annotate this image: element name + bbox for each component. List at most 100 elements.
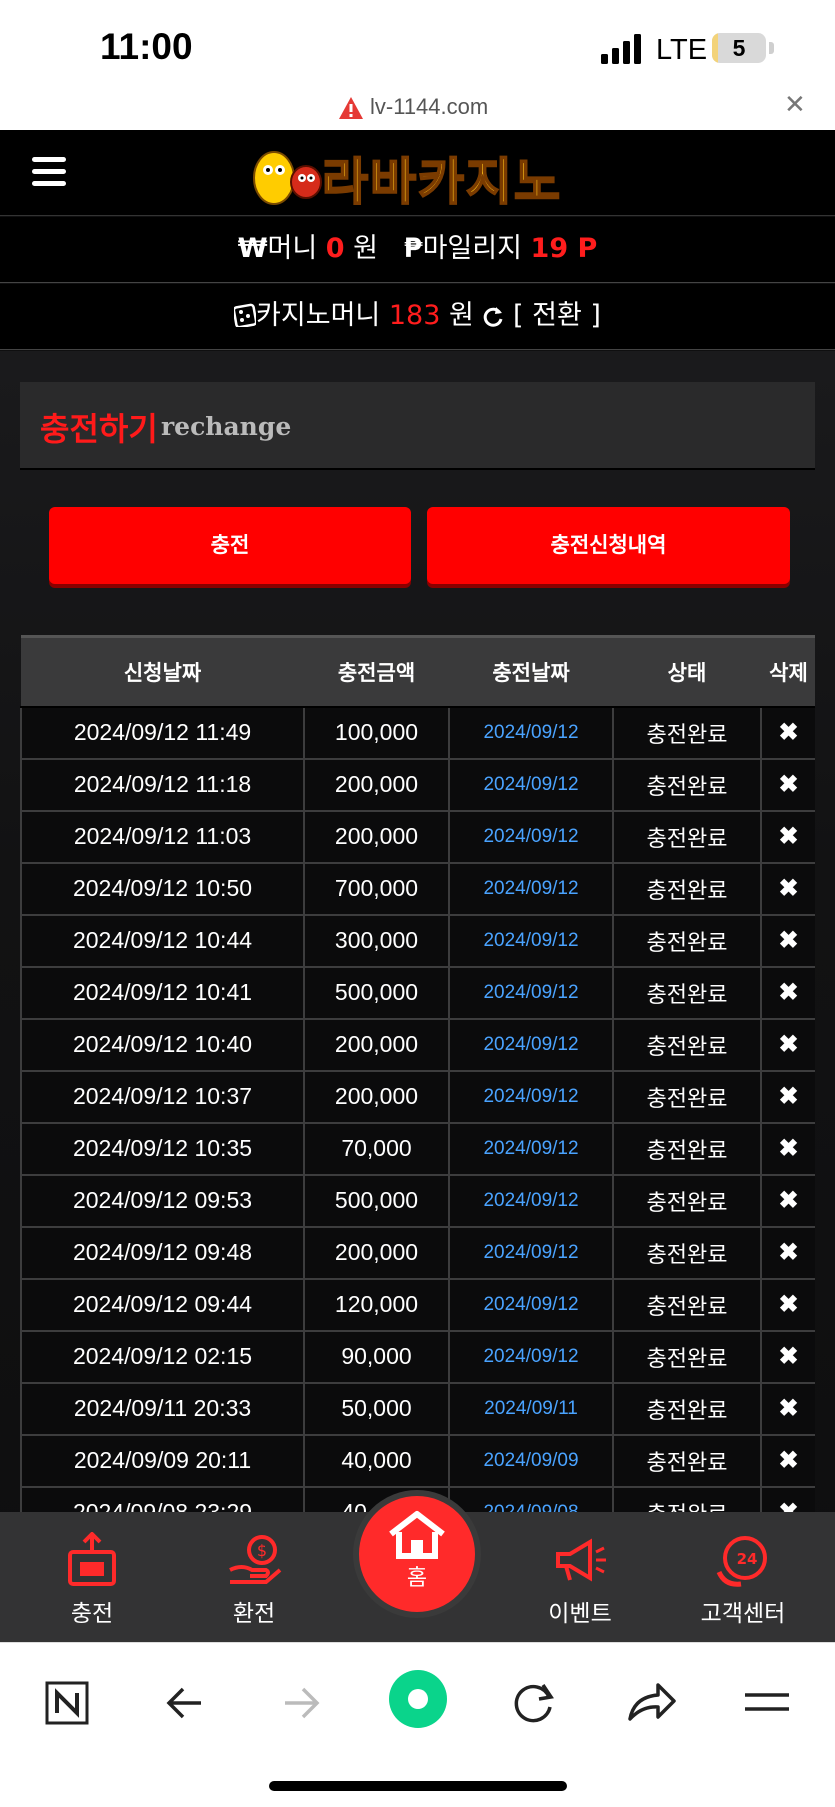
nav-event[interactable]: 이벤트	[515, 1532, 645, 1628]
hamburger-menu-icon[interactable]	[737, 1673, 797, 1733]
delete-icon[interactable]: ✖	[760, 1433, 815, 1488]
larva-mascot-icon	[253, 151, 322, 205]
home-icon	[389, 1511, 445, 1559]
charge-button[interactable]: 충전	[49, 507, 411, 584]
charge-date-cell: 2024/09/12	[448, 861, 614, 916]
amount-cell: 50,000	[303, 1381, 450, 1436]
status-cell: 충전완료	[612, 705, 762, 760]
request-date-cell: 2024/09/12 10:35	[20, 1121, 305, 1176]
warning-triangle-icon	[339, 97, 363, 119]
delete-icon[interactable]: ✖	[760, 1225, 815, 1280]
status-cell: 충전완료	[612, 809, 762, 864]
charge-date-cell: 2024/09/12	[448, 1121, 614, 1176]
svg-text:$: $	[257, 1541, 267, 1560]
delete-icon[interactable]: ✖	[760, 965, 815, 1020]
convert-link[interactable]: [ 전환 ]	[513, 300, 601, 331]
table-row: 2024/09/12 09:48 200,000 2024/09/12 충전완료 ✖	[20, 1225, 815, 1280]
battery-tip	[769, 42, 774, 54]
status-cell: 충전완료	[612, 1173, 762, 1228]
delete-icon[interactable]: ✖	[760, 913, 815, 968]
amount-cell: 40,000	[303, 1433, 450, 1488]
mileage-value: 19 P	[530, 233, 598, 264]
section-title: 충전하기 rechange	[20, 382, 815, 470]
table-row: 2024/09/12 09:53 500,000 2024/09/12 충전완료 ✖	[20, 1173, 815, 1228]
forward-arrow-icon[interactable]	[271, 1673, 331, 1733]
request-date-cell: 2024/09/12 10:37	[20, 1069, 305, 1124]
naver-green-dot-icon[interactable]	[387, 1668, 449, 1730]
svg-text:24: 24	[737, 1550, 758, 1568]
phone-24-icon: 24	[716, 1536, 767, 1587]
naver-n-icon[interactable]	[37, 1673, 97, 1733]
delete-icon[interactable]: ✖	[760, 1017, 815, 1072]
table-row: 2024/09/12 02:15 90,000 2024/09/12 충전완료 ✖	[20, 1329, 815, 1384]
refresh-icon[interactable]	[482, 305, 504, 327]
table-row: 2024/09/12 10:35 70,000 2024/09/12 충전완료 ✖	[20, 1121, 815, 1176]
back-arrow-icon[interactable]	[155, 1673, 215, 1733]
share-icon[interactable]	[620, 1673, 680, 1733]
reload-icon[interactable]	[503, 1673, 563, 1733]
amount-cell: 200,000	[303, 1225, 450, 1280]
table-row: 2024/09/12 11:18 200,000 2024/09/12 충전완료 ✖	[20, 757, 815, 812]
close-icon[interactable]: ✕	[784, 90, 806, 120]
money-unit: 원	[353, 233, 379, 264]
casino-money-unit: 원	[448, 300, 474, 331]
table-row: 2024/09/11 20:33 50,000 2024/09/11 충전완료 ✖	[20, 1381, 815, 1436]
nav-exchange-label: 환전	[232, 1601, 276, 1627]
amount-cell: 200,000	[303, 757, 450, 812]
menu-icon[interactable]	[32, 157, 66, 189]
charge-date-cell: 2024/09/12	[448, 705, 614, 760]
url-text[interactable]: lv-1144.com	[370, 94, 488, 120]
charge-date-cell: 2024/09/09	[448, 1433, 614, 1488]
megaphone-icon	[556, 1538, 606, 1582]
header-delete: 삭제	[761, 636, 815, 708]
delete-icon[interactable]: ✖	[760, 1121, 815, 1176]
status-cell: 충전완료	[612, 913, 762, 968]
delete-icon[interactable]: ✖	[760, 861, 815, 916]
status-cell: 충전완료	[612, 1121, 762, 1176]
casino-money-label: 카지노머니	[256, 300, 381, 331]
delete-icon[interactable]: ✖	[760, 705, 815, 760]
casino-money-value: 183	[388, 300, 441, 331]
status-cell: 충전완료	[612, 1329, 762, 1384]
charge-date-cell: 2024/09/12	[448, 1277, 614, 1332]
amount-cell: 70,000	[303, 1121, 450, 1176]
nav-support-label: 고객센터	[700, 1601, 786, 1627]
section-title-english: rechange	[161, 412, 292, 441]
table-row: 2024/09/12 11:49 100,000 2024/09/12 충전완료 ✖	[20, 705, 815, 760]
delete-icon[interactable]: ✖	[760, 757, 815, 812]
nav-support[interactable]: 24 고객센터	[678, 1532, 808, 1628]
delete-icon[interactable]: ✖	[760, 809, 815, 864]
nav-exchange[interactable]: $ 환전	[189, 1532, 319, 1628]
request-date-cell: 2024/09/12 10:50	[20, 861, 305, 916]
amount-cell: 700,000	[303, 861, 450, 916]
charge-date-cell: 2024/09/12	[448, 1017, 614, 1072]
nav-charge[interactable]: 충전	[27, 1532, 157, 1628]
home-button[interactable]: 홈	[353, 1490, 481, 1618]
url-bar[interactable]: lv-1144.com ✕	[0, 90, 835, 130]
charge-box-icon	[68, 1532, 116, 1586]
status-cell: 충전완료	[612, 1069, 762, 1124]
request-date-cell: 2024/09/12 11:03	[20, 809, 305, 864]
delete-icon[interactable]: ✖	[760, 1329, 815, 1384]
amount-cell: 120,000	[303, 1277, 450, 1332]
delete-icon[interactable]: ✖	[760, 1277, 815, 1332]
delete-icon[interactable]: ✖	[760, 1381, 815, 1436]
battery-icon: 5	[712, 33, 766, 63]
delete-icon[interactable]: ✖	[760, 1173, 815, 1228]
battery-level: 5	[732, 35, 746, 61]
delete-icon[interactable]: ✖	[760, 1069, 815, 1124]
nav-charge-label: 충전	[70, 1601, 114, 1627]
table-row: 2024/09/12 10:50 700,000 2024/09/12 충전완료 ✖	[20, 861, 815, 916]
site-logo[interactable]: 라바카지노	[244, 142, 594, 212]
status-cell: 충전완료	[612, 965, 762, 1020]
amount-cell: 200,000	[303, 1017, 450, 1072]
won-icon: ₩	[237, 233, 268, 264]
request-date-cell: 2024/09/12 09:48	[20, 1225, 305, 1280]
charge-history-button[interactable]: 충전신청내역	[427, 507, 790, 584]
money-value: 0	[325, 233, 345, 264]
casino-money-bar: 카지노머니 183 원 [ 전환 ]	[0, 284, 835, 350]
charge-date-cell: 2024/09/12	[448, 965, 614, 1020]
header-status: 상태	[613, 636, 761, 708]
nav-event-label: 이벤트	[548, 1601, 612, 1627]
charge-date-cell: 2024/09/12	[448, 913, 614, 968]
